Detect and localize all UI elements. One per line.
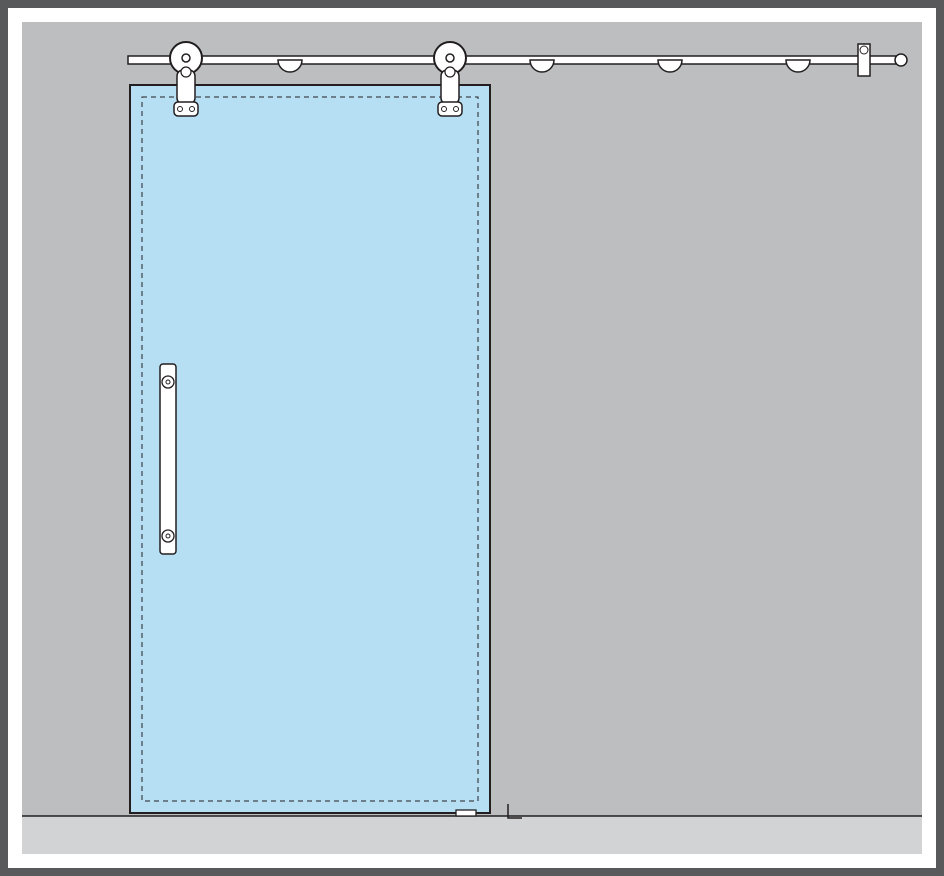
pull-handle [160, 364, 176, 554]
sliding-door-elevation [0, 0, 944, 876]
rail-endcap [895, 54, 907, 66]
glass-door-leaf [130, 85, 490, 813]
top-rail [128, 56, 900, 64]
handle-standoff-2 [162, 530, 174, 542]
floor-guide [456, 810, 476, 816]
floor [22, 816, 922, 854]
handle-standoff-1 [162, 376, 174, 388]
